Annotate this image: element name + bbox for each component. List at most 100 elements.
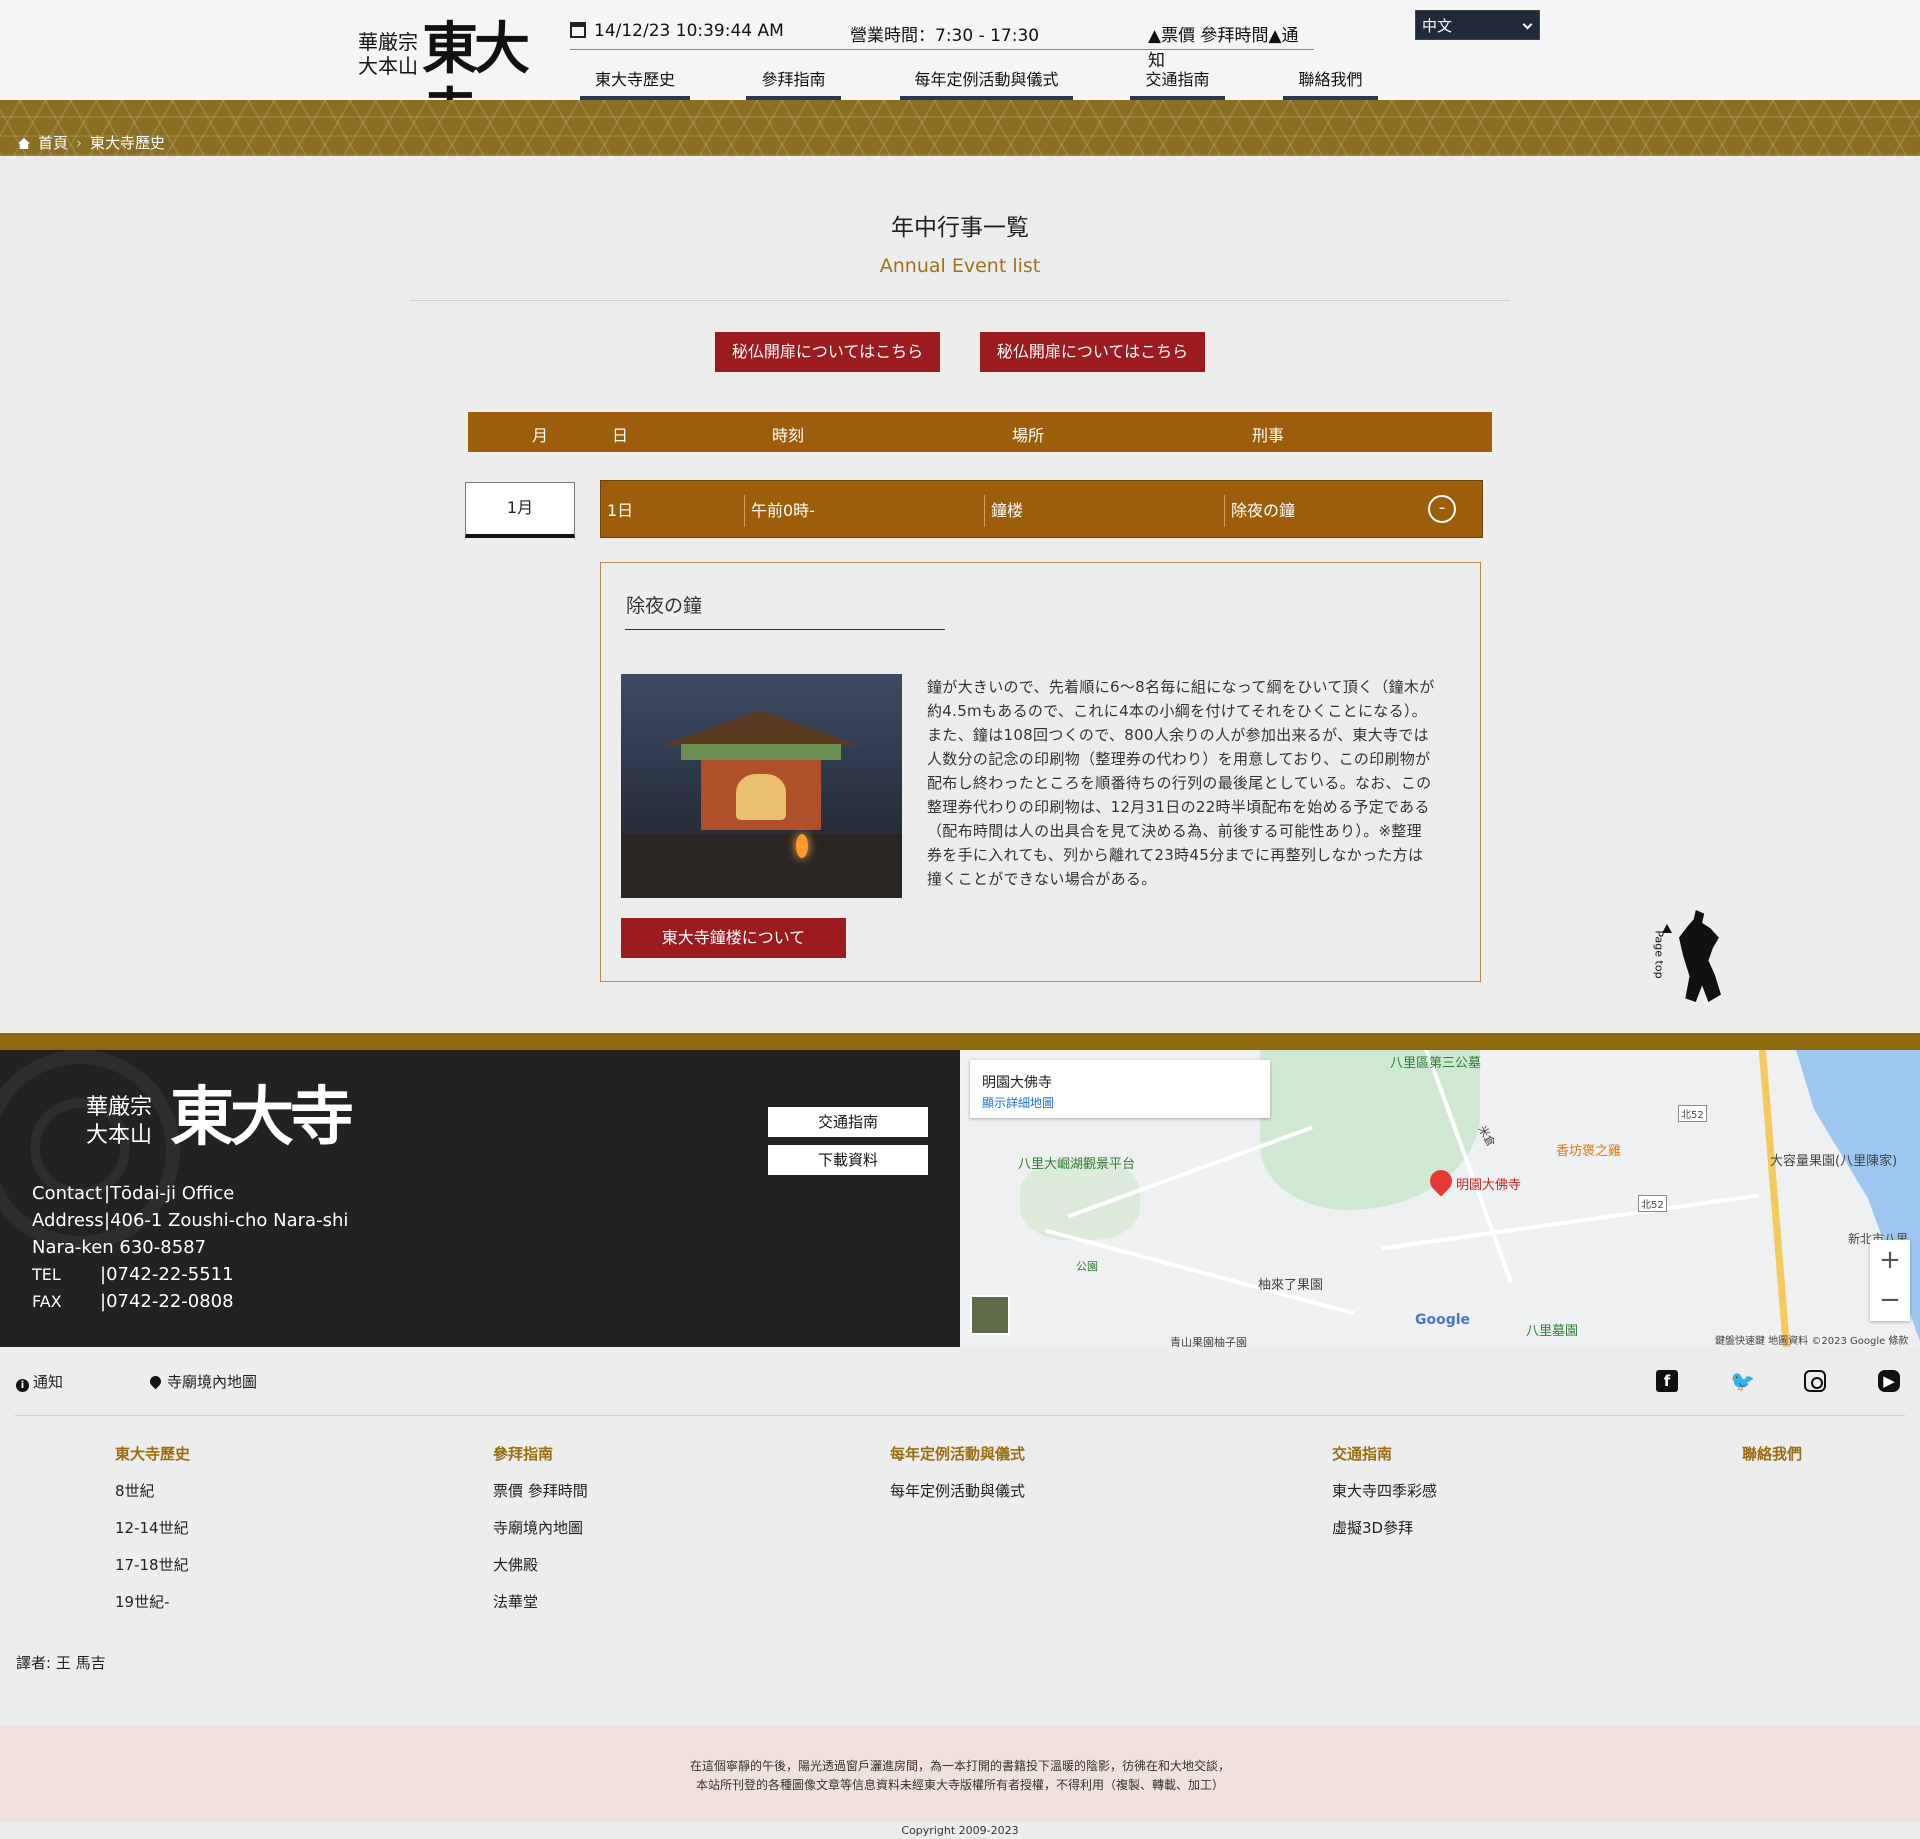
map-attribution: 鍵盤快速鍵 地圖資料 ©2023 Google 條款 [1715, 1336, 1909, 1347]
map-label: 大容量果園(八里陳家) [1770, 1154, 1898, 1169]
month-tab[interactable]: 1月 [465, 482, 575, 538]
map-label: 柚來了果園 [1258, 1278, 1324, 1293]
footer-temple-map-link[interactable]: 寺廟境內地圖 [147, 1371, 258, 1392]
address-line: Address|406-1 Zoushi-cho Nara-shi [32, 1207, 348, 1234]
map-label: 八里大崛湖觀景平台 [1018, 1157, 1136, 1172]
page-top-button[interactable]: Page top [1652, 910, 1721, 1002]
nav-access[interactable]: 交通指南 [1130, 66, 1225, 100]
info-icon: i [16, 1379, 29, 1392]
footer-notice-link[interactable]: i 通知 [16, 1371, 63, 1392]
header-time: 時刻 [772, 426, 805, 445]
footer-link[interactable]: 法華堂 [493, 1591, 588, 1612]
youtube-icon[interactable]: ▶ [1878, 1370, 1900, 1392]
twitter-icon[interactable]: 🐦 [1730, 1370, 1755, 1392]
nav-visit-guide[interactable]: 參拜指南 [746, 66, 841, 100]
page-title: 年中行事一覧 [891, 215, 1029, 241]
map-detail-link[interactable]: 顯示詳細地圖 [982, 1094, 1054, 1111]
footer-link[interactable]: 17-18世紀 [115, 1554, 190, 1575]
event-time: 午前0時- [751, 501, 815, 520]
calendar-icon [570, 22, 586, 38]
nav-annual-events[interactable]: 每年定例活動與儀式 [900, 66, 1073, 100]
hidden-buddha-button-1[interactable]: 秘仏開扉についてはこちら [715, 332, 940, 372]
address-value-2: Nara-ken 630-8587 [32, 1237, 207, 1258]
bell-tower-button[interactable]: 東大寺鐘楼について [621, 918, 846, 958]
footer-col-heading[interactable]: 每年定例活動與儀式 [890, 1443, 1025, 1464]
footer-col-heading[interactable]: 東大寺歷史 [115, 1443, 190, 1464]
event-day: 1日 [607, 501, 634, 520]
contact-value: |Tōdai-ji Office [104, 1183, 235, 1204]
map-zoom-control: + − [1870, 1240, 1910, 1321]
zoom-out-button[interactable]: − [1870, 1280, 1910, 1320]
footer-link[interactable]: 票價 參拜時間 [493, 1480, 588, 1501]
header-place: 場所 [1012, 426, 1045, 445]
disclaimer-line-2: 本站所刊登的各種圖像文章等信息資料未經東大寺版權所有者授權，不得利用（複製、轉載… [695, 1778, 1224, 1792]
page-subtitle: Annual Event list [879, 255, 1041, 277]
footer-link[interactable]: 大佛殿 [493, 1554, 588, 1575]
events-table-header: 月 日 時刻 場所 刑事 [468, 412, 1492, 452]
page-top-label: Page top [1652, 930, 1666, 979]
cell-divider [984, 495, 985, 527]
guardian-figure-icon [1679, 910, 1721, 1002]
map-route-label: 北52 [1638, 1195, 1667, 1212]
tel-line: TEL |0742-22-5511 [32, 1261, 234, 1288]
map-label: 八里區第三公墓 [1390, 1056, 1482, 1071]
zoom-in-button[interactable]: + [1870, 1240, 1910, 1280]
footer-link[interactable]: 寺廟境內地圖 [493, 1517, 588, 1538]
facebook-icon[interactable]: f [1656, 1370, 1678, 1392]
footer-contact-panel: 華厳宗 大本山 東大寺 Contact |Tōdai-ji Office Addr… [0, 1050, 960, 1347]
cell-divider [1224, 495, 1225, 527]
translator-credit: 譯者: 王 馬吉 [16, 1654, 106, 1672]
site-logo[interactable]: 華厳宗 大本山 東大寺 [358, 16, 543, 148]
footer-col-visit: 參拜指南 票價 參拜時間 寺廟境內地圖 大佛殿 法華堂 [493, 1443, 588, 1628]
footer-col-heading[interactable]: 參拜指南 [493, 1443, 588, 1464]
tel-value[interactable]: |0742-22-5511 [100, 1264, 234, 1285]
breadcrumb-current: 東大寺歷史 [90, 134, 166, 152]
footer-col-access: 交通指南 東大寺四季彩感 虛擬3D參拜 [1332, 1443, 1437, 1554]
event-detail-text: 鐘が大きいので、先着順に6～8名毎に組になって綱をひいて頂く（鐘木が約4.5mも… [927, 678, 1435, 888]
map-satellite-toggle[interactable] [970, 1295, 1010, 1335]
contact-line: Contact |Tōdai-ji Office [32, 1180, 234, 1207]
header-event: 刑事 [1252, 426, 1285, 445]
footer-col-heading[interactable]: 交通指南 [1332, 1443, 1437, 1464]
cell-divider [744, 495, 745, 527]
disclaimer-line-1: 在這個寧靜的午後，陽光透過窗戶灑進房間，為一本打開的書籍投下溫暖的陰影，彷彿在和… [689, 1759, 1230, 1773]
hidden-buddha-button-2[interactable]: 秘仏開扉についてはこちら [980, 332, 1205, 372]
footer-link[interactable]: 19世紀- [115, 1591, 190, 1612]
footer-link[interactable]: 每年定例活動與儀式 [890, 1480, 1025, 1501]
quick-links[interactable]: ▲票價 參拜時間▲通知 [1148, 21, 1314, 71]
header-day: 日 [612, 426, 629, 445]
footer-col-events: 每年定例活動與儀式 每年定例活動與儀式 [890, 1443, 1025, 1517]
footer-logo-sect: 華厳宗 大本山 [86, 1094, 152, 1150]
footer-logo-name: 東大寺 [170, 1080, 354, 1155]
chevron-right-icon: › [76, 134, 83, 152]
event-name: 除夜の鐘 [1231, 501, 1296, 520]
nav-history[interactable]: 東大寺歷史 [580, 66, 690, 100]
footer-link[interactable]: 12-14世紀 [115, 1517, 190, 1538]
map-info-card: 明園大佛寺 顯示詳細地圖 [970, 1060, 1270, 1118]
header-month: 月 [532, 426, 549, 445]
logo-line-2: 大本山 [358, 54, 418, 78]
footer-temple-map-label: 寺廟境內地圖 [167, 1373, 258, 1391]
instagram-icon[interactable] [1804, 1370, 1826, 1392]
footer-download-button[interactable]: 下載資料 [768, 1145, 928, 1175]
address-key: Address [32, 1210, 104, 1231]
nav-contact[interactable]: 聯絡我們 [1283, 66, 1378, 100]
language-select[interactable]: 中文 [1415, 10, 1540, 40]
footer-link[interactable]: 虛擬3D參拜 [1332, 1517, 1437, 1538]
footer-col-heading[interactable]: 聯絡我們 [1742, 1443, 1802, 1464]
address-line-2: Nara-ken 630-8587 [32, 1234, 206, 1261]
collapse-toggle-icon[interactable]: - [1428, 495, 1456, 523]
event-row[interactable]: 1日 午前0時- 鐘楼 除夜の鐘 - [600, 480, 1483, 538]
footer-logo-line-1: 華厳宗 [86, 1095, 153, 1120]
footer-link[interactable]: 8世紀 [115, 1480, 190, 1501]
breadcrumb-home[interactable]: 首頁 [38, 134, 68, 152]
fax-line: FAX |0742-22-0808 [32, 1288, 234, 1315]
bell-tower-photo [621, 674, 902, 898]
home-icon [18, 138, 30, 149]
event-detail-title: 除夜の鐘 [626, 595, 703, 617]
footer-access-button[interactable]: 交通指南 [768, 1107, 928, 1137]
footer-link[interactable]: 東大寺四季彩感 [1332, 1480, 1437, 1501]
embedded-map[interactable]: 明園大佛寺 顯示詳細地圖 八里區第三公墓 八里大崛湖觀景平台 香坊褒之雞 大容量… [960, 1050, 1920, 1347]
opening-hours: 營業時間：7:30 - 17:30 [850, 26, 1040, 46]
map-park-area [1020, 1160, 1140, 1240]
